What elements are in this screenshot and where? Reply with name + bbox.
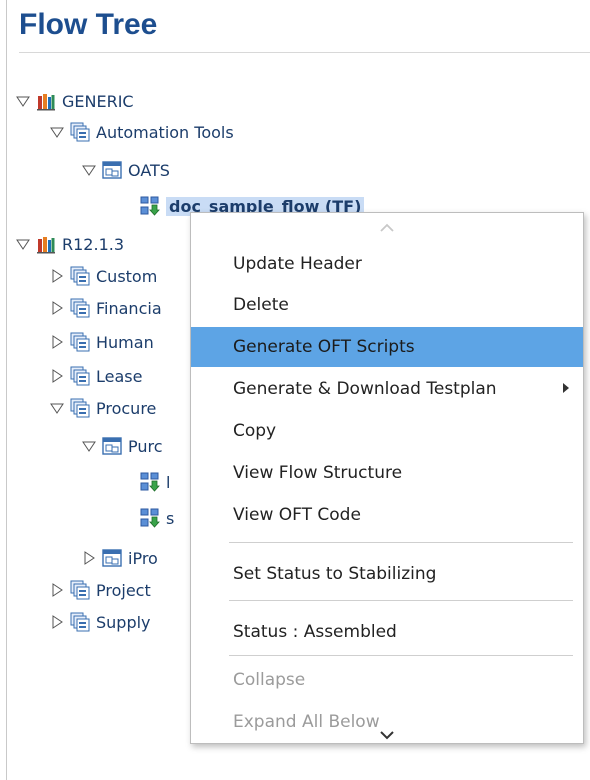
flow-icon <box>140 472 160 492</box>
tree-node-iproc[interactable]: iPro <box>82 543 158 573</box>
tree-node-label: OATS <box>128 160 170 180</box>
triangle-right-icon[interactable] <box>50 583 64 597</box>
tree-node-automation-tools[interactable]: Automation Tools <box>50 117 234 147</box>
chevron-down-icon[interactable] <box>380 731 394 740</box>
group-box-icon <box>102 160 122 180</box>
library-books-icon <box>36 234 56 254</box>
triangle-right-icon[interactable] <box>50 269 64 283</box>
triangle-down-icon[interactable] <box>82 163 96 177</box>
menu-separator <box>229 542 573 543</box>
stacked-folders-icon <box>70 580 90 600</box>
tree-node-flow-b[interactable]: s <box>140 503 174 533</box>
tree-node-supply[interactable]: Supply <box>50 607 151 637</box>
tree-node-financials[interactable]: Financia <box>50 293 162 323</box>
tree-node-label: Human <box>96 332 154 352</box>
stacked-folders-icon <box>70 398 90 418</box>
tree-node-purchasing[interactable]: Purc <box>82 431 163 461</box>
tree-node-projects[interactable]: Project <box>50 575 151 605</box>
tree-node-label: l <box>166 472 171 492</box>
tree-node-generic[interactable]: GENERIC <box>16 86 134 116</box>
menu-item-status-assembled[interactable]: Status : Assembled <box>191 612 583 652</box>
menu-item-set-status-stabilizing[interactable]: Set Status to Stabilizing <box>191 554 583 594</box>
menu-item-label: Generate & Download Testplan <box>233 379 497 399</box>
tree-node-oats[interactable]: OATS <box>82 155 170 185</box>
tree-node-label: Lease <box>96 366 143 386</box>
tree-node-r12[interactable]: R12.1.3 <box>16 229 124 259</box>
triangle-right-icon[interactable] <box>50 335 64 349</box>
tree-node-label: Purc <box>128 436 163 456</box>
stacked-folders-icon <box>70 612 90 632</box>
menu-item-view-oft-code[interactable]: View OFT Code <box>191 495 583 535</box>
tree-node-procurement[interactable]: Procure <box>50 393 156 423</box>
group-box-icon <box>102 436 122 456</box>
stacked-folders-icon <box>70 122 90 142</box>
triangle-right-icon[interactable] <box>50 615 64 629</box>
context-menu: Update Header Delete Generate OFT Script… <box>190 212 584 744</box>
stacked-folders-icon <box>70 366 90 386</box>
tree-node-label: Automation Tools <box>96 122 234 142</box>
triangle-right-icon[interactable] <box>82 551 96 565</box>
tree-node-label: GENERIC <box>62 91 134 111</box>
tree-node-label: Financia <box>96 298 162 318</box>
title-divider <box>19 52 590 53</box>
flow-icon <box>140 196 160 216</box>
stacked-folders-icon <box>70 298 90 318</box>
triangle-down-icon[interactable] <box>16 237 30 251</box>
tree-node-customer[interactable]: Custom <box>50 261 157 291</box>
tree-node-label: Custom <box>96 266 158 286</box>
tree-node-label: Procure <box>96 398 157 418</box>
tree-node-flow-a[interactable]: l <box>140 467 170 497</box>
menu-item-update-header[interactable]: Update Header <box>191 244 583 284</box>
panel-title: Flow Tree <box>19 8 158 41</box>
menu-separator <box>229 655 573 656</box>
tree-node-label: Project <box>96 580 151 600</box>
menu-item-collapse: Collapse <box>233 670 306 690</box>
group-box-icon <box>102 548 122 568</box>
tree-node-lease[interactable]: Lease <box>50 361 142 391</box>
tree-node-label: s <box>166 508 175 528</box>
triangle-right-icon[interactable] <box>50 301 64 315</box>
triangle-right-icon[interactable] <box>50 369 64 383</box>
menu-item-delete[interactable]: Delete <box>191 285 583 325</box>
triangle-down-icon[interactable] <box>82 439 96 453</box>
flow-icon <box>140 508 160 528</box>
stacked-folders-icon <box>70 266 90 286</box>
menu-item-copy[interactable]: Copy <box>191 411 583 451</box>
stacked-folders-icon <box>70 332 90 352</box>
menu-item-view-flow-structure[interactable]: View Flow Structure <box>191 453 583 493</box>
triangle-down-icon[interactable] <box>50 125 64 139</box>
triangle-down-icon[interactable] <box>50 401 64 415</box>
tree-node-label: iPro <box>128 548 158 568</box>
tree-node-human[interactable]: Human <box>50 327 154 357</box>
submenu-arrow-icon <box>563 383 569 393</box>
menu-item-generate-download-testplan[interactable]: Generate & Download Testplan <box>191 369 583 409</box>
tree-node-label: R12.1.3 <box>62 234 125 254</box>
menu-item-generate-oft-scripts[interactable]: Generate OFT Scripts <box>191 327 583 367</box>
triangle-down-icon[interactable] <box>16 94 30 108</box>
library-books-icon <box>36 91 56 111</box>
tree-node-label: Supply <box>96 612 151 632</box>
menu-separator <box>229 600 573 601</box>
chevron-up-icon[interactable] <box>380 223 394 232</box>
